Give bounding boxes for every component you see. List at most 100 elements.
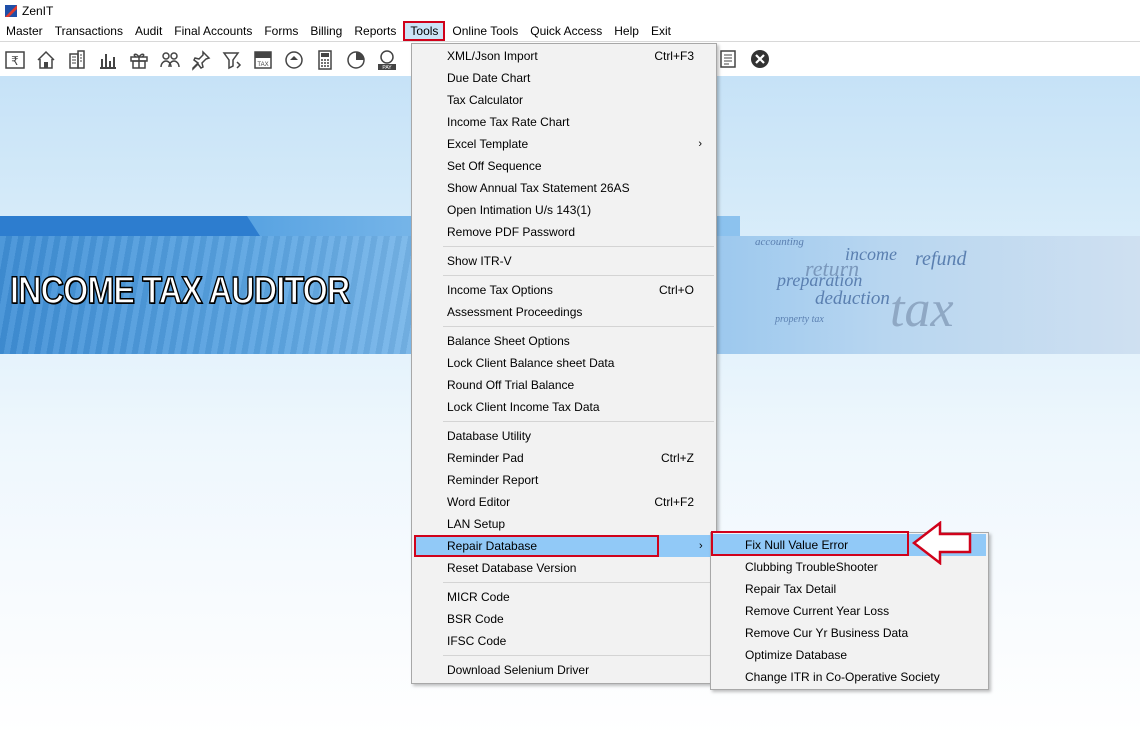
menu-item-reset-database-version[interactable]: Reset Database Version [414,557,714,579]
menu-item-lock-balance-sheet[interactable]: Lock Client Balance sheet Data [414,352,714,374]
window-title: ZenIT [22,3,54,18]
menu-item-income-tax-options[interactable]: Income Tax Options Ctrl+O [414,279,714,301]
menu-exit[interactable]: Exit [645,21,677,41]
item-label: MICR Code [447,590,510,604]
menu-master[interactable]: Master [0,21,49,41]
item-label: Income Tax Rate Chart [447,115,570,129]
item-shortcut: Ctrl+F2 [654,495,694,509]
item-label: BSR Code [447,612,504,626]
menu-tools[interactable]: Tools [403,21,446,41]
menu-item-database-utility[interactable]: Database Utility [414,425,714,447]
menu-separator [443,326,714,327]
toolbar-right [716,47,780,71]
svg-text:TAX: TAX [257,62,268,68]
building-icon[interactable] [65,48,89,72]
item-label: Round Off Trial Balance [447,378,575,392]
chevron-right-icon: › [699,540,703,552]
menu-forms[interactable]: Forms [258,21,304,41]
item-label: Repair Tax Detail [745,582,837,596]
item-label: Income Tax Options [447,283,553,297]
menu-item-ifsc-code[interactable]: IFSC Code [414,630,714,652]
submenu-item-remove-current-year-loss[interactable]: Remove Current Year Loss [713,600,986,622]
item-label: Remove Cur Yr Business Data [745,626,909,640]
menu-item-lock-income-tax[interactable]: Lock Client Income Tax Data [414,396,714,418]
item-label: Database Utility [447,429,532,443]
item-label: Reminder Report [447,473,539,487]
item-shortcut: Ctrl+Z [661,451,694,465]
annotation-highlight-box [711,531,909,556]
item-label: Lock Client Income Tax Data [447,400,600,414]
item-label: Tax Calculator [447,93,524,107]
item-label: Word Editor [447,495,511,509]
menu-item-open-intimation[interactable]: Open Intimation U/s 143(1) [414,199,714,221]
calculator-icon[interactable] [313,48,337,72]
submenu-item-remove-cur-yr-business-data[interactable]: Remove Cur Yr Business Data [713,622,986,644]
filter-icon[interactable] [220,48,244,72]
menu-item-round-off-trial-balance[interactable]: Round Off Trial Balance [414,374,714,396]
item-shortcut: Ctrl+O [658,283,694,297]
item-shortcut: Ctrl+F3 [654,49,694,63]
menu-reports[interactable]: Reports [348,21,402,41]
menu-item-reminder-pad[interactable]: Reminder Pad Ctrl+Z [414,447,714,469]
menu-item-tax-calculator[interactable]: Tax Calculator [414,89,714,111]
menu-item-income-tax-rate-chart[interactable]: Income Tax Rate Chart [414,111,714,133]
submenu-item-change-itr-co-operative[interactable]: Change ITR in Co-Operative Society [713,666,986,688]
chevron-right-icon: › [698,138,702,150]
submenu-item-optimize-database[interactable]: Optimize Database [713,644,986,666]
item-label: Excel Template [447,137,529,151]
menu-item-word-editor[interactable]: Word Editor Ctrl+F2 [414,491,714,513]
submenu-item-repair-tax-detail[interactable]: Repair Tax Detail [713,578,986,600]
menu-item-show-itr-v[interactable]: Show ITR-V [414,250,714,272]
document-icon[interactable] [716,47,740,71]
pay-icon[interactable]: PAY [375,48,399,72]
item-label: Reminder Pad [447,451,524,465]
menu-audit[interactable]: Audit [129,21,168,41]
menu-separator [443,582,714,583]
item-label: IFSC Code [447,634,507,648]
menu-item-due-date-chart[interactable]: Due Date Chart [414,67,714,89]
menu-item-excel-template[interactable]: Excel Template › [414,133,714,155]
menu-billing[interactable]: Billing [304,21,348,41]
item-label: Show ITR-V [447,254,512,268]
pie-chart-icon[interactable] [344,48,368,72]
tax-words-collage: income refund preparation deduction tax … [715,236,1140,354]
menu-separator [443,421,714,422]
menu-item-balance-sheet-options[interactable]: Balance Sheet Options [414,330,714,352]
item-label: Optimize Database [745,648,848,662]
menu-item-set-off-sequence[interactable]: Set Off Sequence [414,155,714,177]
item-label: Remove PDF Password [447,225,576,239]
menu-online-tools[interactable]: Online Tools [446,21,524,41]
menu-item-assessment-proceedings[interactable]: Assessment Proceedings [414,301,714,323]
menu-item-show-26as[interactable]: Show Annual Tax Statement 26AS [414,177,714,199]
menu-help[interactable]: Help [608,21,645,41]
menu-quick-access[interactable]: Quick Access [524,21,608,41]
title-bar: ZenIT [0,0,1140,21]
gift-icon[interactable] [127,48,151,72]
item-label: Change ITR in Co-Operative Society [745,670,940,684]
pin-icon[interactable] [189,48,213,72]
item-label: Assessment Proceedings [447,305,583,319]
item-label: Reset Database Version [447,561,577,575]
users-icon[interactable] [158,48,182,72]
menu-separator [443,275,714,276]
bar-chart-icon[interactable] [96,48,120,72]
tax-icon[interactable]: TAX [251,48,275,72]
rupee-icon[interactable]: ₹ [3,48,27,72]
menu-transactions[interactable]: Transactions [49,21,129,41]
home-icon[interactable] [34,48,58,72]
menu-final-accounts[interactable]: Final Accounts [168,21,258,41]
menu-item-download-selenium-driver[interactable]: Download Selenium Driver [414,659,714,681]
menu-item-micr-code[interactable]: MICR Code [414,586,714,608]
menu-item-reminder-report[interactable]: Reminder Report [414,469,714,491]
menu-item-bsr-code[interactable]: BSR Code [414,608,714,630]
menu-item-repair-database[interactable]: Repair Database [414,535,659,557]
menu-item-lan-setup[interactable]: LAN Setup [414,513,714,535]
banner-tab [0,216,260,236]
close-circle-icon[interactable] [748,47,772,71]
refresh-circle-icon[interactable] [282,48,306,72]
menu-item-xml-json-import[interactable]: XML/Json Import Ctrl+F3 [414,45,714,67]
menu-separator [443,246,714,247]
item-label: Clubbing TroubleShooter [745,560,878,574]
item-label: LAN Setup [447,517,506,531]
menu-item-remove-pdf-password[interactable]: Remove PDF Password [414,221,714,243]
